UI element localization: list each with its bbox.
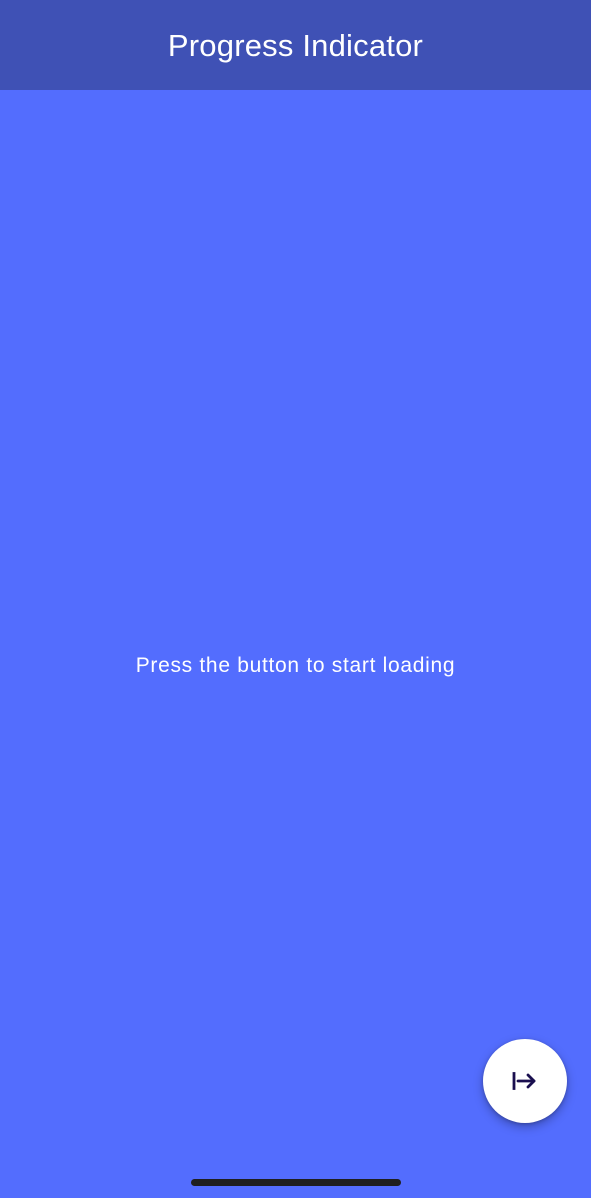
home-indicator bbox=[191, 1179, 401, 1186]
app-bar: Progress Indicator bbox=[0, 0, 591, 90]
main-content: Press the button to start loading bbox=[0, 90, 591, 1198]
arrow-right-to-line-icon bbox=[512, 1072, 536, 1090]
page-title: Progress Indicator bbox=[167, 27, 424, 63]
status-message: Press the button to start loading bbox=[135, 654, 456, 677]
start-loading-button[interactable] bbox=[483, 1039, 567, 1123]
